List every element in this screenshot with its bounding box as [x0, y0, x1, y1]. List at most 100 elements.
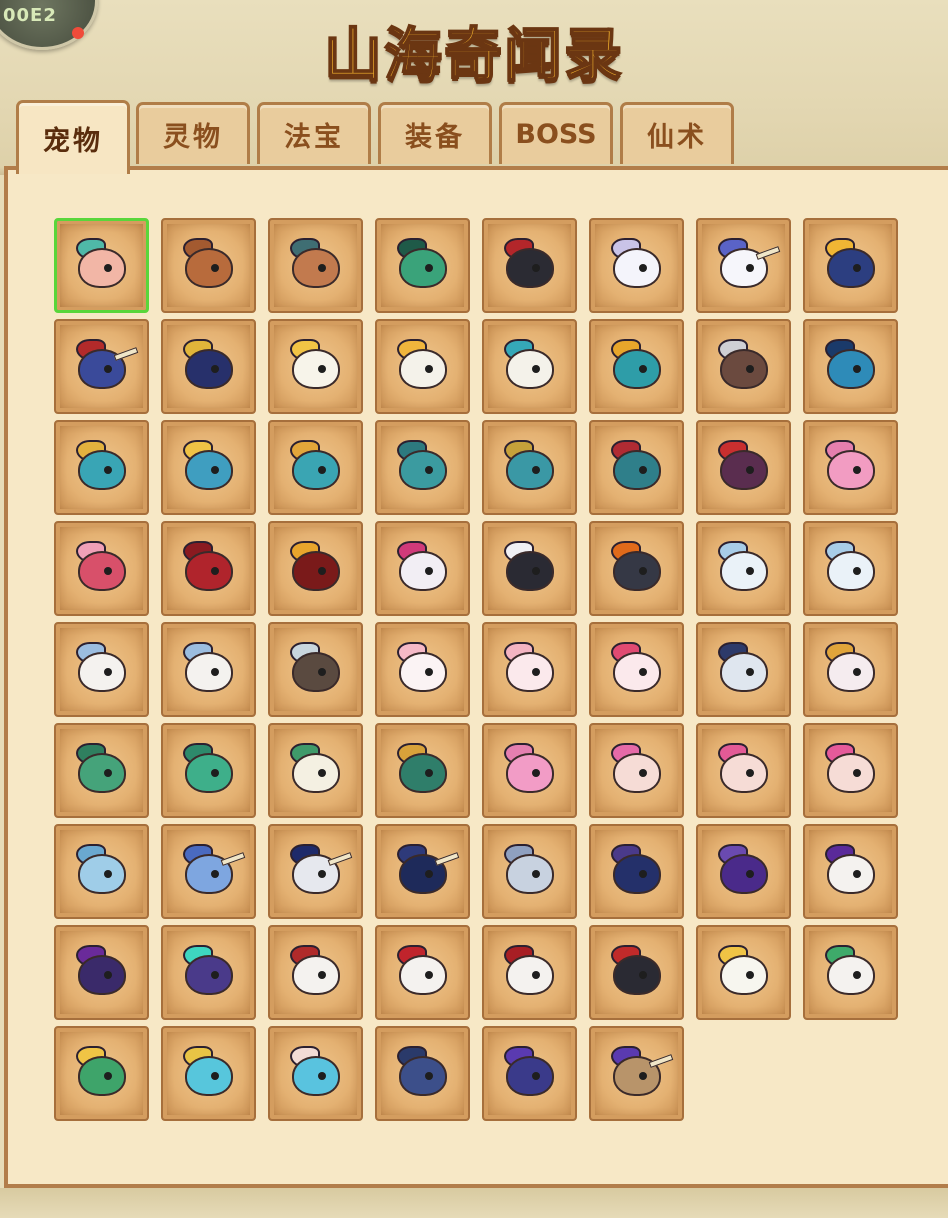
pet-slot[interactable]	[268, 925, 363, 1020]
pet-slot[interactable]	[375, 521, 470, 616]
pet-slot[interactable]	[696, 218, 791, 313]
tab-spirit-items[interactable]: 灵物	[136, 102, 250, 164]
pet-slot[interactable]	[268, 420, 363, 515]
pet-slot[interactable]	[482, 521, 577, 616]
pet-slot[interactable]	[268, 1026, 363, 1121]
fluffy-sheep-big-icon	[819, 540, 883, 597]
pet-slot[interactable]	[54, 1026, 149, 1121]
pet-slot[interactable]	[54, 420, 149, 515]
pet-slot[interactable]	[482, 218, 577, 313]
glowing-purple-dragon-icon	[177, 944, 241, 1001]
pet-slot[interactable]	[589, 824, 684, 919]
pet-grid	[54, 218, 900, 1123]
pet-slot[interactable]	[375, 824, 470, 919]
pet-slot[interactable]	[803, 824, 898, 919]
pet-slot[interactable]	[589, 521, 684, 616]
pet-slot[interactable]	[696, 925, 791, 1020]
pet-slot[interactable]	[589, 1026, 684, 1121]
pet-slot[interactable]	[268, 824, 363, 919]
tab-boss[interactable]: BOSS	[499, 102, 613, 164]
gold-helmet-knight-icon	[819, 237, 883, 294]
pet-slot[interactable]	[589, 925, 684, 1020]
pet-slot[interactable]	[268, 521, 363, 616]
green-parrot-icon	[70, 1045, 134, 1102]
pet-slot[interactable]	[482, 1026, 577, 1121]
pet-slot[interactable]	[161, 723, 256, 818]
tab-treasures[interactable]: 法宝	[257, 102, 371, 164]
pet-slot[interactable]	[803, 723, 898, 818]
pet-slot[interactable]	[161, 218, 256, 313]
pet-slot[interactable]	[696, 420, 791, 515]
pet-slot[interactable]	[268, 622, 363, 717]
pet-slot[interactable]	[54, 723, 149, 818]
pet-slot[interactable]	[161, 319, 256, 414]
pet-slot[interactable]	[375, 319, 470, 414]
purple-horse-icon	[498, 1045, 562, 1102]
pet-slot[interactable]	[803, 521, 898, 616]
pet-slot[interactable]	[375, 1026, 470, 1121]
pet-slot[interactable]	[161, 622, 256, 717]
blue-horn-sheep-icon	[70, 641, 134, 698]
green-owl-icon	[284, 742, 348, 799]
pet-slot[interactable]	[803, 218, 898, 313]
pet-slot[interactable]	[375, 622, 470, 717]
pet-slot[interactable]	[268, 218, 363, 313]
pet-slot[interactable]	[482, 824, 577, 919]
pet-slot[interactable]	[803, 925, 898, 1020]
pet-slot[interactable]	[803, 319, 898, 414]
pet-slot[interactable]	[589, 218, 684, 313]
pet-slot[interactable]	[482, 925, 577, 1020]
pet-slot[interactable]	[482, 622, 577, 717]
pet-slot[interactable]	[589, 622, 684, 717]
pet-slot[interactable]	[375, 925, 470, 1020]
pet-slot[interactable]	[161, 824, 256, 919]
crystal-rabbit-icon	[605, 641, 669, 698]
green-face-sheep-icon	[177, 641, 241, 698]
pet-slot[interactable]	[482, 420, 577, 515]
pink-red-bird-icon	[70, 540, 134, 597]
gold-red-rabbit-icon	[819, 641, 883, 698]
pet-slot[interactable]	[54, 622, 149, 717]
tab-equipment[interactable]: 装备	[378, 102, 492, 164]
white-red-horn-bird-icon	[391, 944, 455, 1001]
collection-panel	[4, 166, 948, 1188]
pet-slot[interactable]	[482, 319, 577, 414]
black-white-wolf-icon	[498, 540, 562, 597]
green-chick-icon	[70, 742, 134, 799]
pet-slot[interactable]	[482, 723, 577, 818]
gold-feather-bird-icon	[391, 742, 455, 799]
pet-slot[interactable]	[803, 622, 898, 717]
tab-label: 法宝	[284, 122, 344, 153]
tab-label: BOSS	[515, 119, 597, 150]
pet-slot[interactable]	[161, 420, 256, 515]
pet-slot[interactable]	[696, 521, 791, 616]
pet-slot[interactable]	[161, 925, 256, 1020]
pet-slot[interactable]	[375, 723, 470, 818]
pet-slot[interactable]	[161, 1026, 256, 1121]
pet-slot[interactable]	[589, 420, 684, 515]
cyan-hair-girl-icon	[284, 1045, 348, 1102]
tab-pets[interactable]: 宠物	[16, 100, 130, 174]
tab-spells[interactable]: 仙术	[620, 102, 734, 164]
white-red-bird-icon	[284, 944, 348, 1001]
pet-slot[interactable]	[375, 218, 470, 313]
pet-slot[interactable]	[696, 824, 791, 919]
pet-slot[interactable]	[54, 319, 149, 414]
pet-slot[interactable]	[696, 622, 791, 717]
machine-vehicle-icon	[284, 641, 348, 698]
pet-slot[interactable]	[589, 319, 684, 414]
blue-unicorn-small-icon	[177, 843, 245, 900]
pet-slot[interactable]	[161, 521, 256, 616]
pet-slot[interactable]	[696, 319, 791, 414]
pet-slot[interactable]	[803, 420, 898, 515]
pet-slot[interactable]	[696, 723, 791, 818]
pet-slot[interactable]	[54, 218, 149, 313]
pet-slot[interactable]	[589, 723, 684, 818]
pet-slot[interactable]	[54, 925, 149, 1020]
pet-slot[interactable]	[268, 723, 363, 818]
pet-slot[interactable]	[54, 521, 149, 616]
teal-armor-bird-icon	[498, 338, 562, 395]
pet-slot[interactable]	[268, 319, 363, 414]
pet-slot[interactable]	[375, 420, 470, 515]
pet-slot[interactable]	[54, 824, 149, 919]
